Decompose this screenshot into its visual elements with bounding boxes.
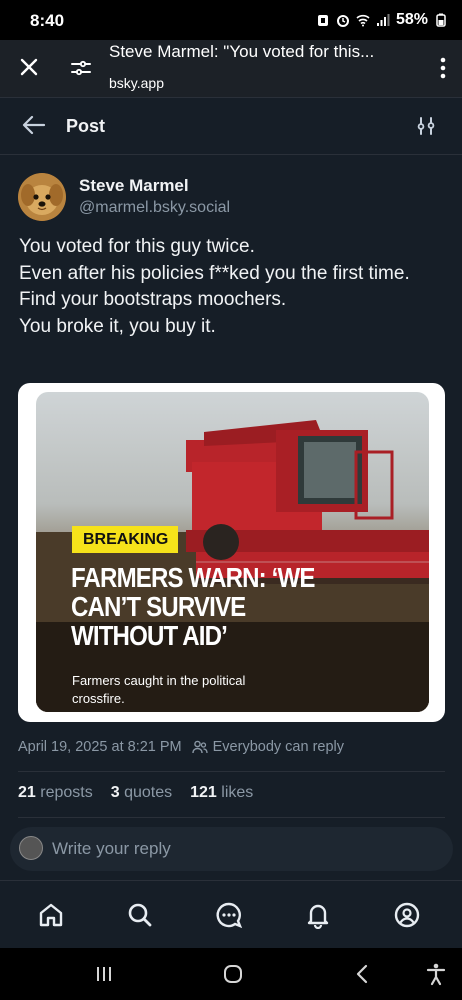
people-icon (191, 740, 208, 754)
notification-icon (317, 15, 328, 26)
site-settings-icon[interactable] (70, 57, 92, 79)
wifi-icon (356, 14, 370, 27)
breaking-badge: BREAKING (72, 526, 179, 553)
reposts-count: 21 (18, 784, 36, 801)
notifications-icon[interactable] (304, 901, 332, 929)
likes-link[interactable]: 121 likes (190, 784, 253, 802)
bottom-tab-bar (0, 880, 462, 948)
post-text: You voted for this guy twice. Even after… (19, 234, 439, 340)
post-timestamp: April 19, 2025 at 8:21 PM (18, 739, 182, 755)
profile-icon[interactable] (393, 901, 421, 929)
chat-icon[interactable] (215, 901, 243, 929)
close-icon[interactable] (17, 55, 41, 79)
status-time: 8:40 (30, 11, 65, 30)
post-text-line: Find your bootstraps moochers. (19, 289, 287, 310)
dog-avatar-image (18, 173, 66, 221)
app-content: Post Steve Marmel @marmel.bsky.social Yo… (0, 98, 462, 948)
likes-count: 121 (190, 784, 217, 801)
battery-level: 58% (395, 11, 428, 28)
avatar[interactable] (18, 173, 66, 221)
reposts-link[interactable]: 21 reposts (18, 784, 93, 802)
news-graphic: BREAKING FARMERS WARN: ‘WE CAN’T SURVIVE… (36, 392, 429, 712)
home-icon[interactable] (37, 901, 65, 929)
reply-setting-label: Everybody can reply (212, 739, 345, 755)
browser-toolbar: Steve Marmel: "You voted for this... bsk… (0, 40, 462, 98)
post-header: Post (0, 98, 462, 155)
post-meta: April 19, 2025 at 8:21 PM Everybody can … (18, 739, 344, 755)
back-arrow-icon[interactable] (22, 115, 46, 135)
image-headline: FARMERS WARN: ‘WE CAN’T SURVIVE WITHOUT … (71, 562, 315, 651)
reposts-label: reposts (40, 784, 93, 801)
reply-setting[interactable]: Everybody can reply (191, 739, 345, 755)
likes-label: likes (221, 784, 254, 801)
reply-placeholder: Write your reply (52, 839, 171, 858)
divider (18, 771, 445, 772)
signal-icon (376, 14, 390, 26)
status-bar: 8:40 58% (0, 0, 462, 40)
divider (18, 817, 445, 818)
thread-settings-icon[interactable] (416, 116, 436, 136)
home-button-icon[interactable] (220, 961, 246, 987)
back-icon[interactable] (350, 961, 376, 987)
post-text-line: You broke it, you buy it. (19, 315, 216, 337)
post-image[interactable]: BREAKING FARMERS WARN: ‘WE CAN’T SURVIVE… (18, 383, 445, 722)
post-text-line: Even after his policies f**ked you the f… (19, 262, 410, 284)
system-navigation-bar (0, 948, 462, 1000)
author-handle[interactable]: @marmel.bsky.social (79, 199, 230, 217)
accessibility-icon[interactable] (423, 961, 449, 987)
alarm-icon (336, 15, 349, 27)
engagement-counts: 21 reposts 3 quotes 121 likes (18, 784, 253, 802)
author-name[interactable]: Steve Marmel (79, 176, 189, 196)
tab-title: Steve Marmel: "You voted for this... (109, 42, 375, 61)
image-caption: Farmers caught in the political crossfir… (72, 673, 246, 706)
reply-input[interactable]: Write your reply (10, 827, 453, 871)
url-text[interactable]: bsky.app (109, 75, 164, 91)
quotes-count: 3 (110, 784, 120, 801)
quotes-link[interactable]: 3 quotes (111, 784, 172, 802)
search-icon[interactable] (126, 901, 154, 929)
recent-apps-icon[interactable] (91, 961, 117, 987)
user-avatar (19, 836, 43, 860)
status-icons: 58% (316, 11, 448, 29)
battery-icon (436, 13, 446, 27)
quotes-label: quotes (124, 784, 173, 801)
page-title: Post (66, 116, 106, 136)
post-text-line: You voted for this guy twice. (19, 236, 255, 257)
more-menu-icon[interactable] (440, 57, 446, 79)
